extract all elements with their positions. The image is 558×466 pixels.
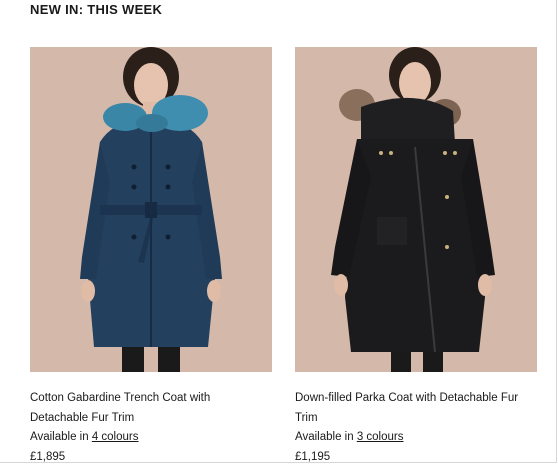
parka-coat-illustration [331, 47, 495, 372]
product-image-parka[interactable] [295, 47, 537, 372]
product-name-parka[interactable]: Down-filled Parka Coat with Detachable F… [295, 388, 535, 428]
colours-link-parka[interactable]: 3 colours [357, 431, 404, 443]
price-trench: £1,895 [30, 451, 66, 463]
trench-coat-illustration [80, 47, 222, 372]
product-image-trench[interactable] [30, 47, 272, 372]
colours-link-trench[interactable]: 4 colours [92, 431, 139, 443]
section-title: NEW IN: THIS WEEK [30, 2, 163, 17]
availability-label: Available in [30, 431, 92, 443]
availability-parka: Available in 3 colours [295, 428, 540, 446]
price-parka: £1,195 [295, 451, 331, 463]
product-card-trench: Cotton Gabardine Trench Coat with Detach… [30, 47, 275, 466]
product-name-trench[interactable]: Cotton Gabardine Trench Coat with Detach… [30, 388, 270, 428]
product-card-parka: Down-filled Parka Coat with Detachable F… [295, 47, 540, 466]
availability-label: Available in [295, 431, 357, 443]
availability-trench: Available in 4 colours [30, 428, 275, 446]
